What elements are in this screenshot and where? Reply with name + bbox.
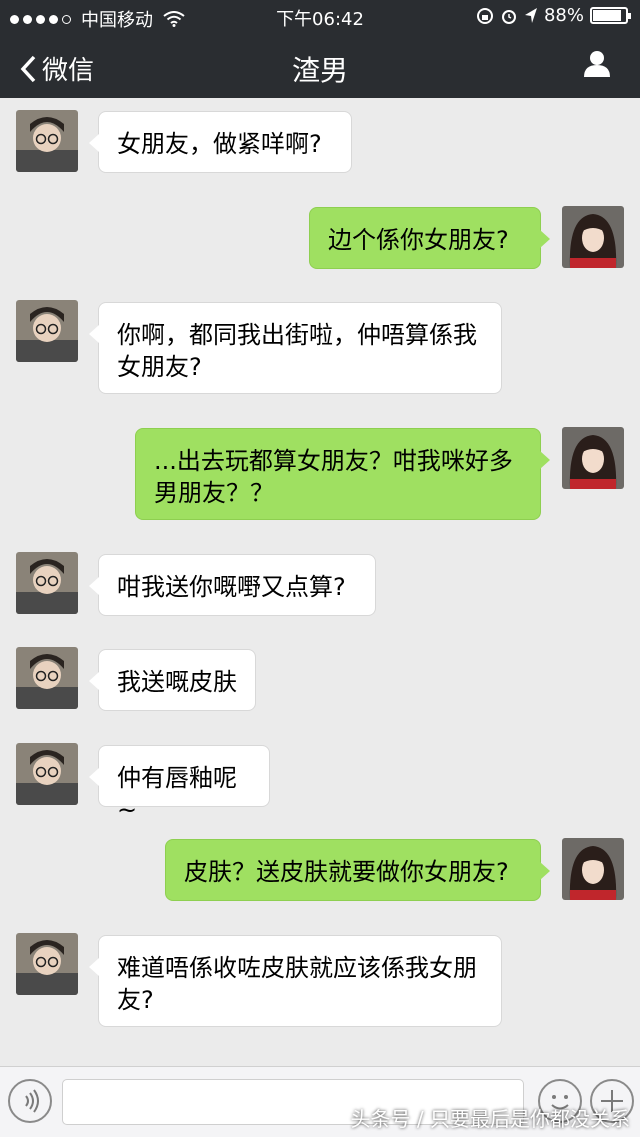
message-bubble-sent[interactable]: ...出去玩都算女朋友？咁我咪好多男朋友？？ [135,428,550,520]
contact-avatar[interactable] [16,743,78,805]
message-bubble-received[interactable]: 女朋友，做紧咩啊? [89,111,352,173]
location-icon [524,7,537,23]
message-text: 边个係你女朋友? [328,226,509,254]
chat-title: 渣男 [291,54,348,87]
battery-icon [590,7,631,24]
alarm-icon [501,9,516,24]
message-bubble-received[interactable]: 我送嘅皮肤 [89,649,256,711]
contact-avatar[interactable] [16,933,78,995]
my-avatar[interactable] [562,838,624,900]
my-avatar[interactable] [562,206,624,268]
message-text: 难道唔係收咗皮肤就应该係我女朋友? [117,954,477,1014]
message-text: 你啊，都同我出街啦，仲唔算係我女朋友? [117,321,477,381]
contact-avatar[interactable] [16,647,78,709]
battery-percent: 88% [543,5,584,26]
message-text: 皮肤？送皮肤就要做你女朋友? [184,858,509,886]
status-bar: 中国移动 下午06:42 88% [0,0,640,32]
message-bubble-sent[interactable]: 边个係你女朋友? [309,207,550,269]
message-text: 女朋友，做紧咩啊? [117,130,322,158]
voice-icon [25,1089,39,1113]
rotation-lock-icon [476,7,493,24]
nav-bar: 微信 渣男 [0,32,640,98]
message-bubble-received[interactable]: 仲有唇釉呢~ [89,745,270,824]
contact-avatar[interactable] [16,110,78,172]
message-text: 我送嘅皮肤 [117,668,237,696]
message-bubble-received[interactable]: 你啊，都同我出街啦，仲唔算係我女朋友? [89,302,502,394]
message-bubble-received[interactable]: 咁我送你嘅嘢又点算? [89,554,376,616]
message-bubble-received[interactable]: 难道唔係收咗皮肤就应该係我女朋友? [89,935,502,1027]
person-icon [584,51,610,77]
contact-avatar[interactable] [16,552,78,614]
voice-button[interactable] [8,1079,52,1123]
my-avatar[interactable] [562,427,624,489]
contact-avatar[interactable] [16,300,78,362]
watermark: 头条号 / 只要最后是你都没关系 [350,1107,630,1131]
message-bubble-sent[interactable]: 皮肤？送皮肤就要做你女朋友? [165,839,550,901]
chat-info-button[interactable] [582,48,612,82]
message-text: ...出去玩都算女朋友？咁我咪好多男朋友？？ [154,447,513,507]
message-text: 仲有唇釉呢~ [117,764,237,824]
message-text: 咁我送你嘅嘢又点算? [117,573,346,601]
